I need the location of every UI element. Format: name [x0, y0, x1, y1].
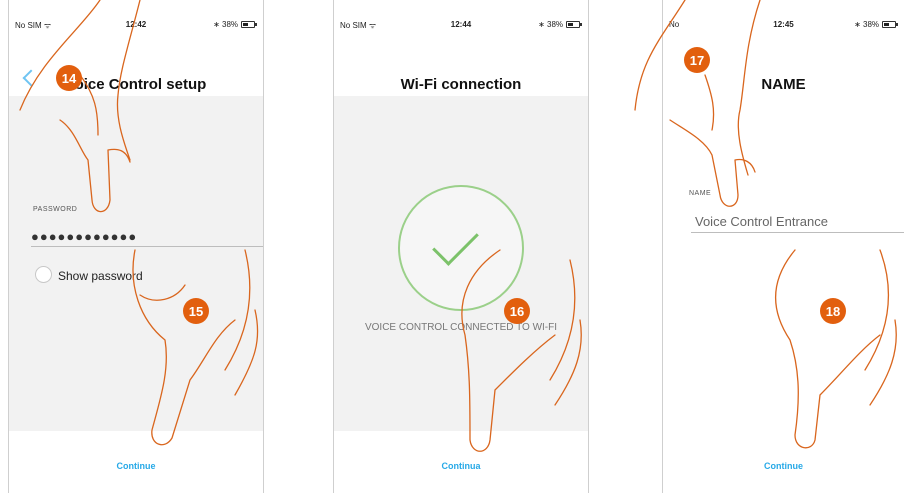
step-badge-15: 15	[183, 298, 209, 324]
show-password-checkbox[interactable]	[35, 266, 52, 283]
nav-bar: Voice Control setup	[9, 36, 263, 96]
password-input[interactable]: ●●●●●●●●●●●●	[31, 229, 137, 244]
nav-bar: Wi-Fi connection	[334, 36, 588, 96]
battery-percent: ∗ 38%	[213, 20, 238, 29]
step-badge-14: 14	[56, 65, 82, 91]
content-area	[9, 96, 263, 431]
screen-name: No 12:45 ∗ 38% NAME NAME Voice Control E…	[662, 0, 904, 493]
screen-voice-control-setup: No SIM ᯤ 12:42 ∗ 38% Voice Control setup…	[8, 0, 264, 493]
step-badge-18: 18	[820, 298, 846, 324]
page-title: NAME	[761, 76, 806, 93]
screen-wifi-connection: No SIM ᯤ 12:44 ∗ 38% Wi-Fi connection VO…	[333, 0, 589, 493]
status-bar: No SIM ᯤ 12:44 ∗ 38%	[334, 20, 588, 34]
battery-percent: ∗ 38%	[854, 20, 879, 29]
show-password-label[interactable]: Show password	[58, 269, 143, 283]
battery-percent: ∗ 38%	[538, 20, 563, 29]
battery-icon	[882, 21, 898, 28]
battery-indicator: ∗ 38%	[538, 20, 582, 29]
page-title: Wi-Fi connection	[400, 76, 522, 93]
password-underline	[31, 246, 263, 247]
success-ring	[398, 185, 524, 311]
status-bar: No 12:45 ∗ 38%	[663, 20, 904, 34]
name-label: NAME	[689, 190, 712, 197]
tutorial-stage: No SIM ᯤ 12:42 ∗ 38% Voice Control setup…	[0, 0, 904, 493]
battery-indicator: ∗ 38%	[854, 20, 898, 29]
continue-button[interactable]: Continua	[334, 461, 588, 471]
battery-icon	[241, 21, 257, 28]
battery-indicator: ∗ 38%	[213, 20, 257, 29]
connection-status-text: VOICE CONTROL CONNECTED TO WI-FI	[364, 322, 558, 333]
checkmark-icon	[432, 219, 479, 266]
step-badge-17: 17	[684, 47, 710, 73]
status-bar: No SIM ᯤ 12:42 ∗ 38%	[9, 20, 263, 34]
step-badge-16: 16	[504, 298, 530, 324]
battery-icon	[566, 21, 582, 28]
name-underline	[691, 232, 904, 233]
name-input[interactable]: Voice Control Entrance	[695, 214, 828, 229]
page-title: Voice Control setup	[65, 76, 207, 93]
continue-button[interactable]: Continue	[9, 461, 263, 471]
password-label: PASSWORD	[33, 206, 78, 213]
continue-button[interactable]: Continue	[663, 461, 904, 471]
